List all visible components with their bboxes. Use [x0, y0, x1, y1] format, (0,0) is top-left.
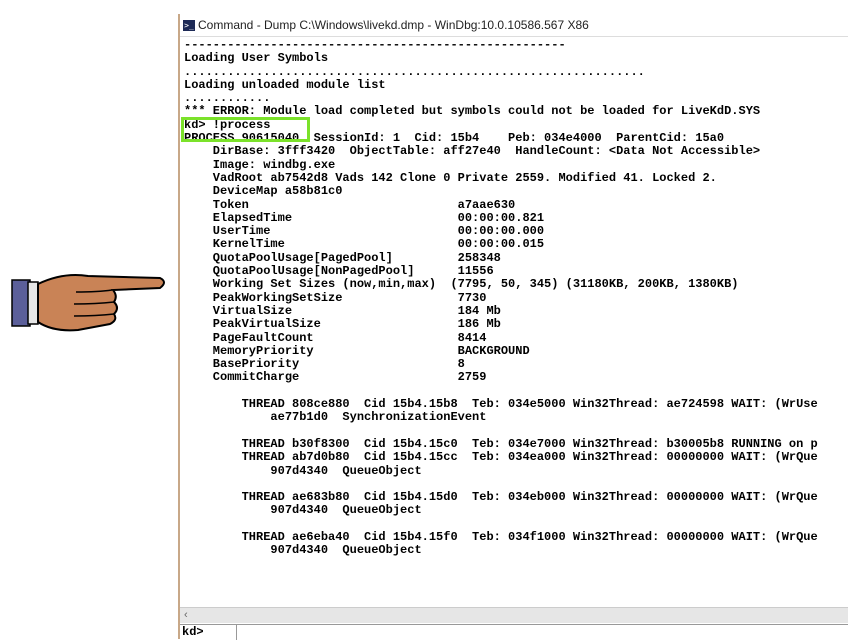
scroll-left-icon[interactable]: ‹ — [184, 608, 188, 623]
console-icon: >_ — [183, 19, 195, 31]
output-line: CommitCharge 2759 — [184, 370, 487, 385]
output-line: Image: windbg.exe — [184, 157, 336, 172]
output-line: 907d4340 QueueObject — [184, 503, 422, 518]
output-line: UserTime 00:00:00.000 — [184, 224, 545, 239]
output-line: ElapsedTime 00:00:00.821 — [184, 210, 545, 225]
output-line: BasePriority 8 — [184, 357, 465, 372]
output-line: PeakWorkingSetSize 7730 — [184, 290, 487, 305]
command-bar: kd> — [180, 624, 848, 641]
output-line: THREAD ae6eba40 Cid 15b4.15f0 Teb: 034f1… — [184, 529, 818, 544]
command-prompt: kd> — [182, 625, 237, 640]
output-line: QuotaPoolUsage[NonPagedPool] 11556 — [184, 264, 494, 279]
output-line: 907d4340 QueueObject — [184, 463, 422, 478]
title-bar: >_ Command - Dump C:\Windows\livekd.dmp … — [180, 14, 848, 37]
output-line: ----------------------------------------… — [184, 39, 566, 52]
output-line: KernelTime 00:00:00.015 — [184, 237, 545, 252]
output-line: MemoryPriority BACKGROUND — [184, 343, 530, 358]
output-line: THREAD 808ce880 Cid 15b4.15b8 Teb: 034e5… — [184, 397, 818, 412]
highlight-box — [181, 117, 310, 142]
output-line: Loading User Symbols — [184, 51, 329, 66]
output-line: QuotaPoolUsage[PagedPool] 258348 — [184, 250, 501, 265]
output-line: VadRoot ab7542d8 Vads 142 Clone 0 Privat… — [184, 170, 717, 185]
output-line: ........................................… — [184, 64, 645, 79]
output-line: THREAD b30f8300 Cid 15b4.15c0 Teb: 034e7… — [184, 436, 818, 451]
command-window: >_ Command - Dump C:\Windows\livekd.dmp … — [178, 14, 848, 641]
output-line: DeviceMap a58b81c0 — [184, 184, 343, 199]
output-line: PageFaultCount 8414 — [184, 330, 487, 345]
output-line: 907d4340 QueueObject — [184, 543, 422, 558]
horizontal-scrollbar[interactable]: ‹ — [180, 607, 848, 623]
output-line: Token a7aae630 — [184, 197, 516, 212]
output-line: VirtualSize 184 Mb — [184, 303, 501, 318]
output-line: PeakVirtualSize 186 Mb — [184, 317, 501, 332]
pointing-hand-icon — [11, 274, 165, 332]
output-line: ............ — [184, 91, 271, 106]
output-line: Working Set Sizes (now,min,max) (7795, 5… — [184, 277, 739, 292]
window-title: Command - Dump C:\Windows\livekd.dmp - W… — [198, 18, 589, 32]
output-line: ae77b1d0 SynchronizationEvent — [184, 410, 487, 425]
output-line: THREAD ae683b80 Cid 15b4.15d0 Teb: 034eb… — [184, 490, 818, 505]
output-line: THREAD ab7d0b80 Cid 15b4.15cc Teb: 034ea… — [184, 450, 818, 465]
output-line: DirBase: 3fff3420 ObjectTable: aff27e40 … — [184, 144, 761, 159]
output-line: Loading unloaded module list — [184, 77, 386, 92]
